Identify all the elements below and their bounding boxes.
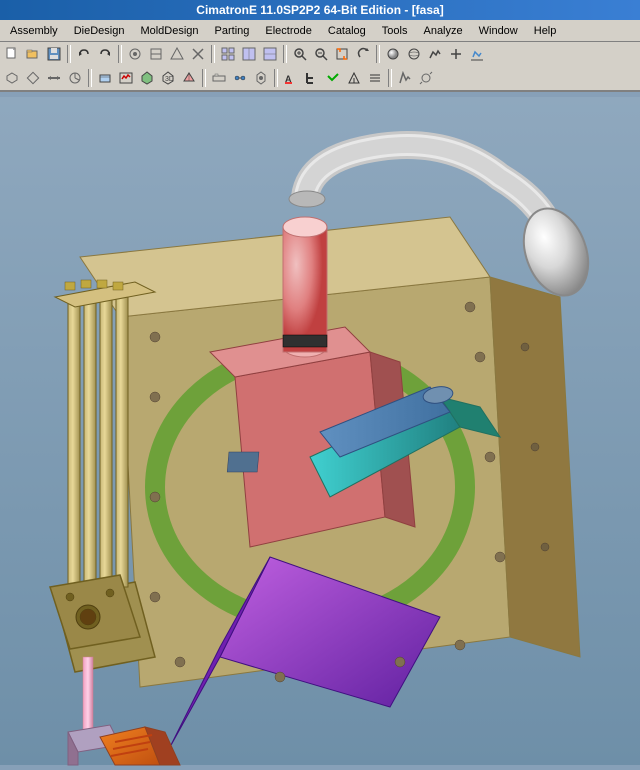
tb-sep-6 — [88, 69, 92, 87]
tb-sep-1 — [67, 45, 71, 63]
tb-sep-8 — [274, 69, 278, 87]
tb-btn-undo[interactable] — [74, 44, 94, 64]
tb-btn-zoom-out[interactable] — [311, 44, 331, 64]
tb-btn-b2[interactable] — [446, 44, 466, 64]
tb-btn-b1[interactable] — [425, 44, 445, 64]
tb-sep-5 — [376, 45, 380, 63]
menu-analyze[interactable]: Analyze — [415, 23, 470, 39]
tb-btn-zoom-fit[interactable] — [332, 44, 352, 64]
canvas-area[interactable] — [0, 92, 640, 770]
menu-parting[interactable]: Parting — [207, 23, 258, 39]
tb-btn-e3[interactable] — [251, 68, 271, 88]
tb-btn-c3[interactable] — [44, 68, 64, 88]
tb-btn-wireframe[interactable] — [404, 44, 424, 64]
tb-btn-save[interactable] — [44, 44, 64, 64]
tb-sep-4 — [283, 45, 287, 63]
tb-btn-new[interactable] — [2, 44, 22, 64]
tb-btn-d3[interactable] — [137, 68, 157, 88]
tb-btn-c1[interactable] — [2, 68, 22, 88]
tb-btn-d5[interactable] — [179, 68, 199, 88]
tb-btn-zoom-in[interactable] — [290, 44, 310, 64]
menu-electrode[interactable]: Electrode — [257, 23, 319, 39]
svg-text:3D: 3D — [165, 76, 174, 83]
menu-help[interactable]: Help — [526, 23, 565, 39]
toolbar-row-2: 3D A — [0, 66, 640, 90]
tb-btn-shading[interactable] — [383, 44, 403, 64]
tb-btn-a3[interactable] — [167, 44, 187, 64]
tb-btn-f3[interactable] — [323, 68, 343, 88]
tb-sep-3 — [211, 45, 215, 63]
tb-btn-rotate[interactable] — [353, 44, 373, 64]
tb-btn-a2[interactable] — [146, 44, 166, 64]
tb-btn-c2[interactable] — [23, 68, 43, 88]
tb-btn-redo[interactable] — [95, 44, 115, 64]
tb-btn-d4[interactable]: 3D — [158, 68, 178, 88]
tb-sep-7 — [202, 69, 206, 87]
tb-sep-9 — [388, 69, 392, 87]
menu-catalog[interactable]: Catalog — [320, 23, 374, 39]
tb-btn-f1[interactable]: A — [281, 68, 301, 88]
tb-btn-c4[interactable] — [65, 68, 85, 88]
menu-diedesign[interactable]: DieDesign — [66, 23, 133, 39]
menu-molddesign[interactable]: MoldDesign — [132, 23, 206, 39]
tb-btn-g1[interactable] — [395, 68, 415, 88]
tb-btn-b3[interactable] — [467, 44, 487, 64]
menu-window[interactable]: Window — [471, 23, 526, 39]
tb-btn-open[interactable] — [23, 44, 43, 64]
tb-btn-d1[interactable] — [95, 68, 115, 88]
tb-btn-view1[interactable] — [218, 44, 238, 64]
tb-btn-a1[interactable] — [125, 44, 145, 64]
tb-btn-view3[interactable] — [260, 44, 280, 64]
tb-btn-e2[interactable] — [230, 68, 250, 88]
tb-btn-d2[interactable] — [116, 68, 136, 88]
toolbar-row-1 — [0, 42, 640, 66]
menu-bar: Assembly DieDesign MoldDesign Parting El… — [0, 20, 640, 42]
tb-btn-g2[interactable] — [416, 68, 436, 88]
tb-sep-2 — [118, 45, 122, 63]
tb-btn-e1[interactable] — [209, 68, 229, 88]
tb-btn-view2[interactable] — [239, 44, 259, 64]
tb-btn-f4[interactable] — [344, 68, 364, 88]
tb-btn-f5[interactable] — [365, 68, 385, 88]
tb-btn-a4[interactable] — [188, 44, 208, 64]
scene-svg — [0, 92, 640, 770]
toolbars: 3D A — [0, 42, 640, 92]
title-bar: CimatronE 11.0SP2P2 64-Bit Edition - [fa… — [0, 0, 640, 20]
tb-btn-f2[interactable] — [302, 68, 322, 88]
menu-tools[interactable]: Tools — [374, 23, 416, 39]
menu-assembly[interactable]: Assembly — [2, 23, 66, 39]
